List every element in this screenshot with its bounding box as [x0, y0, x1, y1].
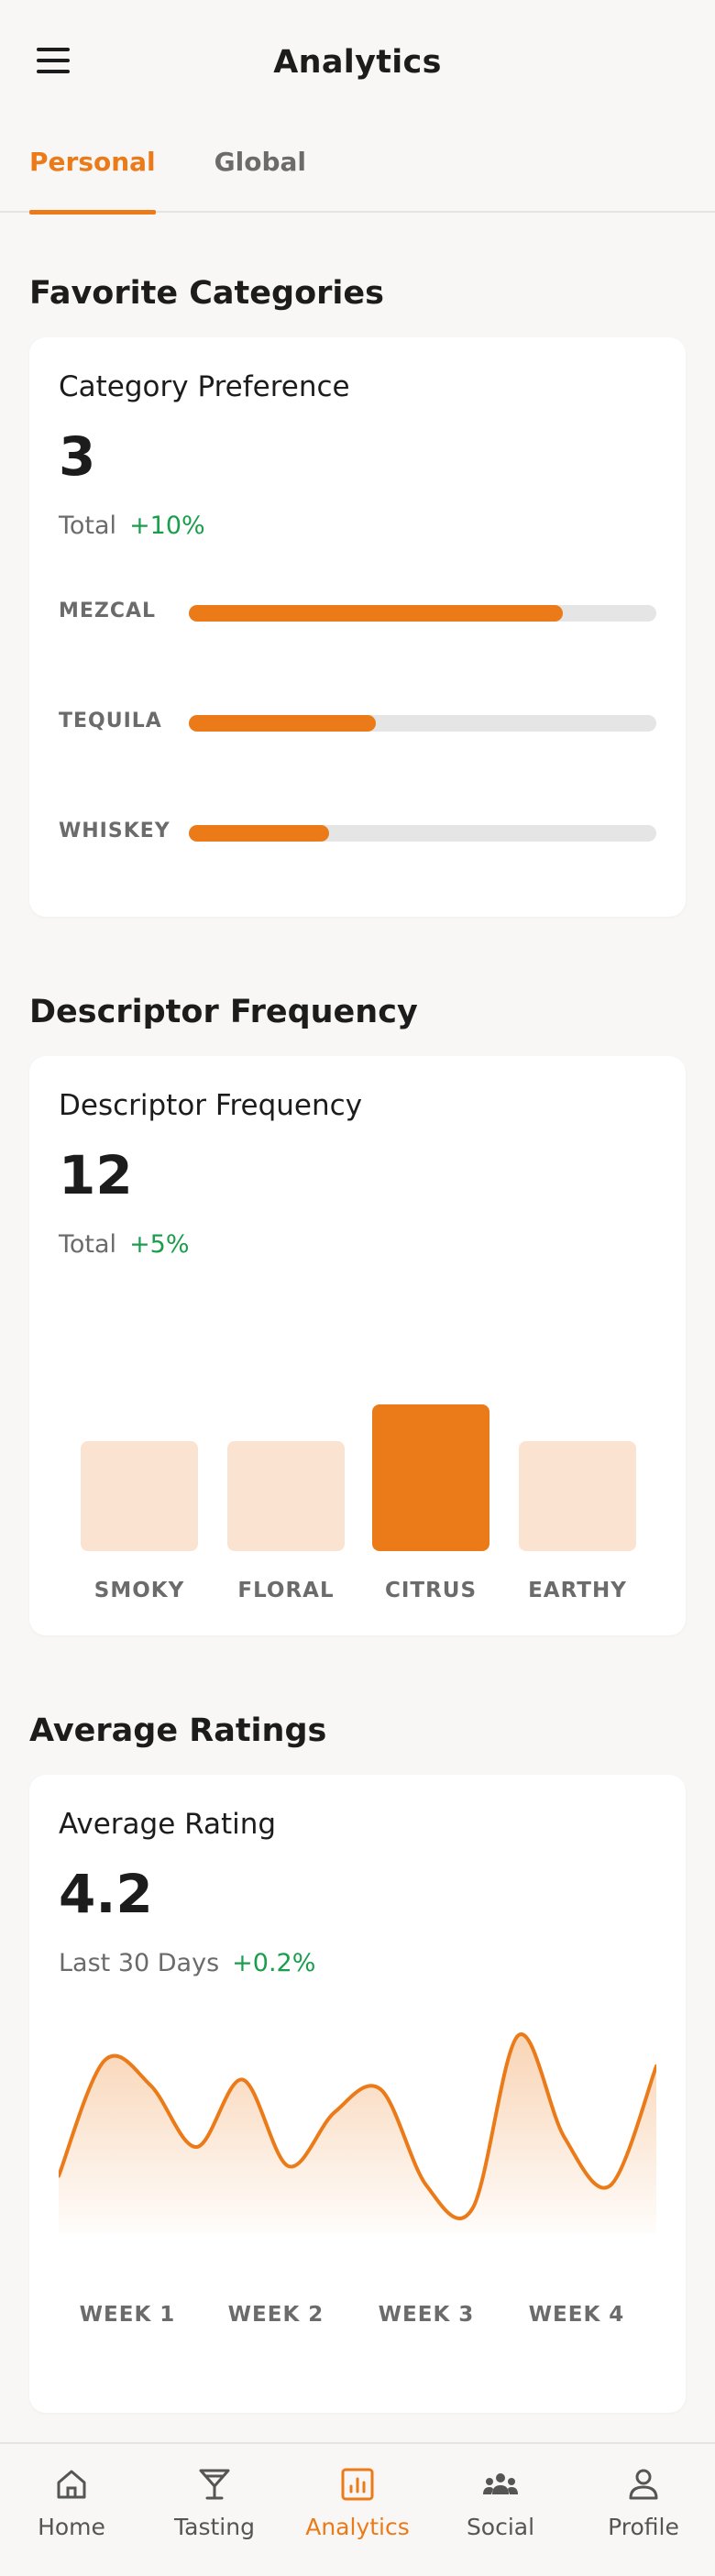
- total-label: Total: [59, 512, 117, 540]
- column-label: EARTHY: [528, 1579, 627, 1602]
- nav-label: Tasting: [174, 2514, 255, 2540]
- total-value: 12: [59, 1144, 133, 1206]
- nav-profile[interactable]: Profile: [572, 2444, 715, 2576]
- average-rating-card: Average Rating 4.2 Last 30 Days +0.2% WEE…: [29, 1775, 686, 2413]
- category-bar-tequila: TEQUILA: [59, 704, 656, 741]
- total-summary: Total +5%: [59, 1230, 190, 1259]
- week-label: WEEK 1: [79, 2303, 176, 2327]
- card-title: Category Preference: [59, 370, 350, 403]
- week-label: WEEK 3: [378, 2303, 475, 2327]
- rating-summary: Last 30 Days +0.2%: [59, 1949, 315, 1977]
- page-title: Analytics: [273, 44, 442, 81]
- column-smoky: [81, 1441, 198, 1551]
- bar-label: TEQUILA: [59, 710, 162, 732]
- week-axis: WEEK 1 WEEK 2 WEEK 3 WEEK 4: [59, 2303, 656, 2339]
- total-summary: Total +10%: [59, 512, 205, 540]
- user-profile-icon: [629, 2469, 658, 2500]
- bar-fill: [189, 715, 376, 732]
- category-bar-mezcal: MEZCAL: [59, 594, 656, 631]
- bar-label: WHISKEY: [59, 820, 170, 842]
- column-floral: [227, 1441, 345, 1551]
- people-group-icon: [483, 2473, 518, 2494]
- app-header: Analytics Personal Global: [0, 0, 715, 215]
- section-heading-ratings: Average Ratings: [29, 1712, 327, 1749]
- nav-label: Profile: [608, 2514, 679, 2540]
- column-label: FLORAL: [237, 1579, 335, 1602]
- bar-track: [189, 715, 656, 732]
- card-title: Average Rating: [59, 1808, 277, 1841]
- column-citrus: [372, 1404, 490, 1551]
- category-bar-whiskey: WHISKEY: [59, 814, 656, 851]
- nav-label: Analytics: [305, 2514, 410, 2540]
- column-label: SMOKY: [94, 1579, 185, 1602]
- nav-tasting[interactable]: Tasting: [143, 2444, 286, 2576]
- column-earthy: [519, 1441, 636, 1551]
- nav-analytics[interactable]: Analytics: [286, 2444, 429, 2576]
- bar-track: [189, 605, 656, 622]
- rating-line-chart: [59, 2032, 656, 2233]
- card-title: Descriptor Frequency: [59, 1089, 363, 1122]
- rating-area-fill: [59, 2034, 656, 2233]
- bottom-nav: Home Tasting Analytics Social Profile: [0, 2442, 715, 2576]
- bar-track: [189, 825, 656, 842]
- tab-global[interactable]: Global: [214, 147, 306, 213]
- descriptor-frequency-card: Descriptor Frequency 12 Total +5% SMOKY F…: [29, 1056, 686, 1635]
- category-preference-card: Category Preference 3 Total +10% MEZCAL T…: [29, 337, 686, 917]
- bar-label: MEZCAL: [59, 600, 157, 622]
- delta-badge: +10%: [129, 512, 205, 540]
- cocktail-glass-icon: [199, 2469, 230, 2500]
- nav-home[interactable]: Home: [0, 2444, 143, 2576]
- bar-fill: [189, 605, 563, 622]
- section-heading-categories: Favorite Categories: [29, 275, 384, 312]
- nav-label: Social: [466, 2514, 535, 2540]
- tab-personal[interactable]: Personal: [29, 147, 156, 215]
- analytics-chart-icon: [341, 2468, 374, 2501]
- bar-fill: [189, 825, 329, 842]
- column-label: CITRUS: [384, 1579, 478, 1602]
- descriptor-column-chart: SMOKY FLORAL CITRUS EARTHY: [81, 1404, 636, 1634]
- period-label: Last 30 Days: [59, 1949, 220, 1977]
- delta-badge: +5%: [129, 1230, 190, 1259]
- total-label: Total: [59, 1230, 117, 1259]
- delta-badge: +0.2%: [232, 1949, 316, 1977]
- nav-social[interactable]: Social: [429, 2444, 572, 2576]
- nav-label: Home: [38, 2514, 105, 2540]
- total-value: 3: [59, 425, 96, 488]
- week-label: WEEK 2: [227, 2303, 324, 2327]
- tab-bar: Personal Global: [29, 147, 365, 215]
- section-heading-descriptors: Descriptor Frequency: [29, 994, 418, 1030]
- week-label: WEEK 4: [528, 2303, 625, 2327]
- home-icon: [57, 2470, 86, 2499]
- rating-value: 4.2: [59, 1863, 153, 1925]
